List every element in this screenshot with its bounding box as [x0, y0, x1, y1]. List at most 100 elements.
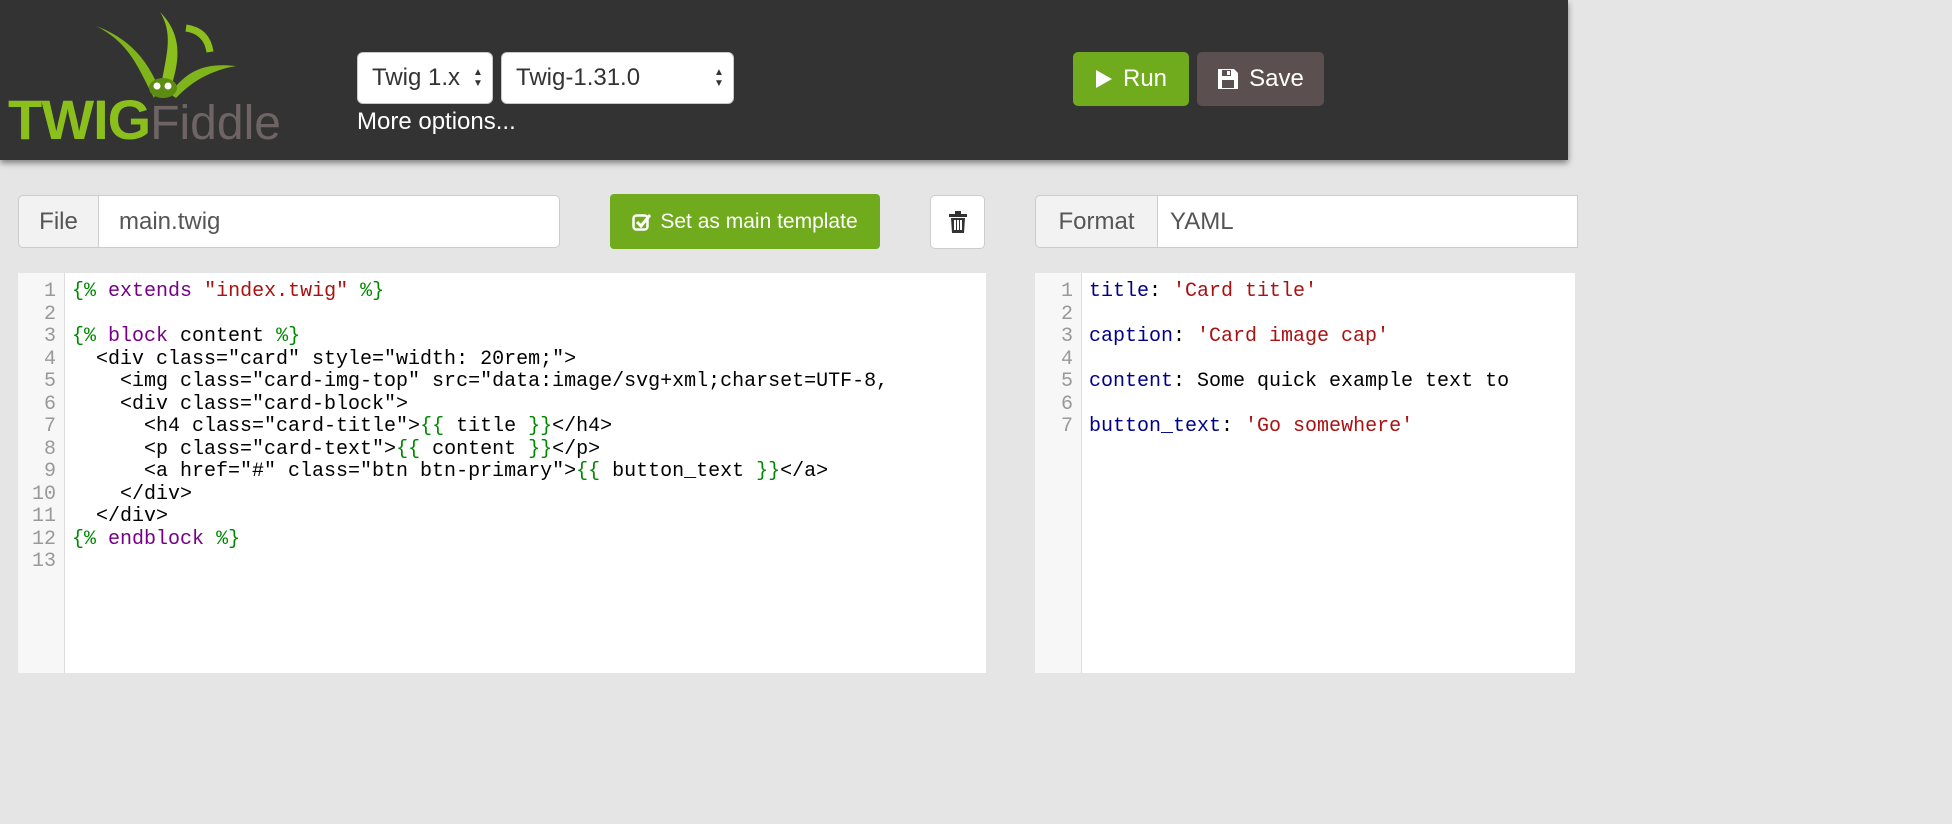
code-token: title — [1089, 280, 1150, 303]
code-token: title — [444, 415, 529, 438]
code-token: <img class="card-img-top" src="data:imag… — [72, 370, 889, 393]
twigfiddle-logo[interactable]: TWIGFiddle — [8, 8, 288, 153]
code-token: }} — [528, 415, 553, 438]
select-arrows-icon: ▲ ▼ — [714, 67, 724, 89]
data-code-line: 7 button_text: 'Go somewhere' — [1035, 415, 1575, 439]
line-number: 5 — [43, 370, 56, 393]
code-token: 'Card image cap' — [1197, 325, 1390, 348]
trash-icon — [948, 211, 967, 233]
delete-file-button[interactable] — [930, 195, 985, 249]
twig-version-select[interactable]: Twig-1.31.0 ▲ ▼ — [501, 52, 734, 104]
set-main-template-button[interactable]: Set as main template — [610, 194, 880, 249]
run-button-label: Run — [1122, 65, 1168, 92]
template-code-lines: 1 {% extends "index.twig" %} 2 3 {% block co… — [18, 280, 986, 574]
code-token: {{ — [420, 415, 445, 438]
code-token: </h4> — [552, 415, 613, 438]
top-bar: TWIGFiddle Twig 1.x ▲ ▼ Twig-1.31.0 ▲ ▼ Mo… — [0, 0, 1568, 160]
format-select[interactable]: YAML — [1158, 195, 1578, 248]
code-token: </p> — [552, 437, 601, 461]
code-token: 'Card title' — [1173, 280, 1318, 303]
more-options-link[interactable]: More options... — [357, 108, 516, 136]
template-code-line: 11 </div> — [18, 505, 986, 529]
code-token: </div> — [72, 482, 193, 506]
code-text: <a href="#" class="btn btn-primary">{{ b… — [72, 460, 828, 484]
template-code-line: 1 {% extends "index.twig" %} — [18, 280, 986, 304]
code-text: <p class="card-text">{{ content }}</p> — [72, 437, 601, 462]
line-number: 1 — [43, 280, 56, 303]
code-text: {% endblock %} — [72, 527, 241, 552]
code-token: }} — [528, 437, 553, 461]
line-number: 3 — [1060, 325, 1073, 348]
code-text: button_text: 'Go somewhere' — [1089, 415, 1414, 439]
file-label: File — [18, 195, 99, 248]
code-token: caption — [1089, 325, 1174, 348]
code-token: <h4 class="card-title"> — [72, 415, 421, 438]
code-token: }} — [756, 460, 781, 483]
data-code-line: 2 — [1035, 303, 1575, 327]
template-code-line: 3 {% block content %} — [18, 325, 986, 349]
line-number: 8 — [43, 437, 56, 461]
line-number: 4 — [43, 347, 56, 371]
code-token: : — [1149, 280, 1174, 303]
line-number: 4 — [1060, 347, 1073, 371]
code-token: content — [420, 437, 529, 461]
code-text: {% block content %} — [72, 325, 301, 349]
template-code-line: 5 <img class="card-img-top" src="data:im… — [18, 370, 986, 394]
code-text: </div> — [72, 482, 193, 507]
play-icon — [1095, 70, 1112, 88]
template-code-line: 7 <h4 class="card-title">{{ title }}</h4… — [18, 415, 986, 439]
template-code-line: 12 {% endblock %} — [18, 527, 986, 552]
line-number: 2 — [43, 302, 56, 326]
line-number: 1 — [1060, 280, 1073, 303]
set-main-template-label: Set as main template — [660, 209, 858, 233]
code-token: %} — [216, 527, 241, 551]
template-code-line: 4 <div class="card" style="width: 20rem;… — [18, 347, 986, 372]
code-token: {% — [72, 280, 97, 303]
file-name-input[interactable]: main.twig — [99, 195, 560, 248]
line-number: 3 — [43, 325, 56, 348]
code-token: {% — [72, 325, 97, 348]
code-token: <p class="card-text"> — [72, 437, 397, 461]
code-token: "index.twig" — [204, 280, 349, 303]
twig-branch-value: Twig 1.x — [372, 64, 461, 91]
data-code-line: 3 caption: 'Card image cap' — [1035, 325, 1575, 349]
code-token: <a href="#" class="btn btn-primary"> — [72, 460, 577, 483]
save-button[interactable]: Save — [1197, 52, 1324, 106]
code-text: </div> — [72, 505, 169, 529]
data-code-line: 4 — [1035, 347, 1575, 372]
code-token: <div class="card-block"> — [72, 392, 409, 416]
template-editor[interactable]: 1 {% extends "index.twig" %} 2 3 {% block co… — [18, 273, 986, 673]
line-number: 12 — [31, 527, 56, 551]
template-code-line: 10 </div> — [18, 482, 986, 507]
template-code-line: 8 <p class="card-text">{{ content }}</p> — [18, 437, 986, 462]
select-arrows-icon: ▲ ▼ — [473, 67, 483, 89]
code-token: %} — [276, 325, 301, 348]
template-code-line: 13 — [18, 550, 986, 574]
logo-wordmark: TWIGFiddle — [8, 88, 281, 151]
line-number: 5 — [1060, 370, 1073, 393]
code-text: <h4 class="card-title">{{ title }}</h4> — [72, 415, 613, 439]
run-button[interactable]: Run — [1073, 52, 1189, 106]
code-token: 'Go somewhere' — [1245, 415, 1414, 438]
line-number: 6 — [1060, 392, 1073, 416]
code-text: {% extends "index.twig" %} — [72, 280, 384, 304]
code-token: endblock — [108, 527, 205, 551]
floppy-disk-icon — [1218, 69, 1239, 89]
code-token: {{ — [576, 460, 601, 483]
format-label: Format — [1035, 195, 1158, 248]
code-token: </div> — [72, 505, 169, 528]
data-code-lines: 1 title: 'Card title' 2 3 caption: 'Card ima… — [1035, 280, 1575, 439]
code-text: caption: 'Card image cap' — [1089, 325, 1390, 349]
twig-branch-select[interactable]: Twig 1.x ▲ ▼ — [357, 52, 493, 104]
code-token: : Some quick example text to — [1173, 370, 1510, 393]
code-token: content — [168, 325, 277, 348]
data-code-line: 1 title: 'Card title' — [1035, 280, 1575, 304]
check-square-icon — [632, 213, 652, 231]
line-number: 13 — [31, 550, 56, 573]
data-editor[interactable]: 1 title: 'Card title' 2 3 caption: 'Card ima… — [1035, 273, 1575, 673]
data-code-line: 5 content: Some quick example text to — [1035, 370, 1575, 394]
code-token: <div class="card" style="width: 20rem;"> — [72, 347, 577, 371]
